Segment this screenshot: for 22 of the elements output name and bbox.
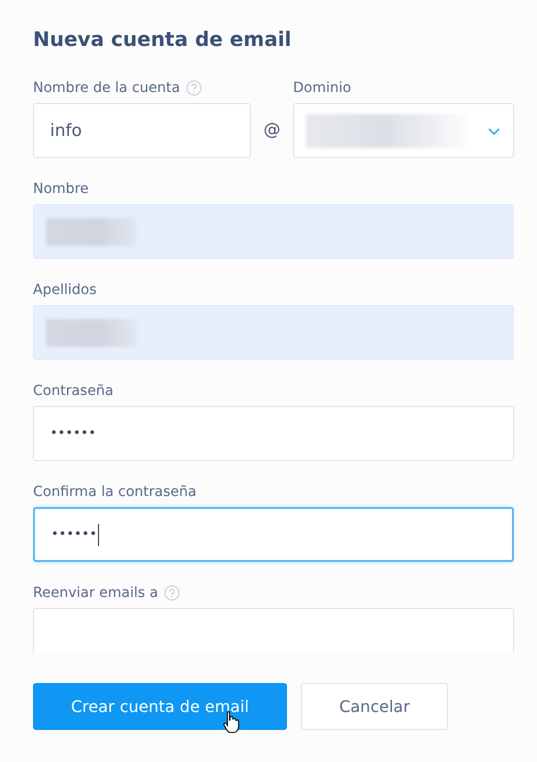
text-field[interactable] <box>33 608 514 653</box>
field-label: Reenviar emails a <box>33 585 158 601</box>
text-field[interactable]: •••••• <box>33 507 514 562</box>
help-icon[interactable] <box>186 80 202 96</box>
field-label: Apellidos <box>33 282 96 298</box>
text-field[interactable]: •••••• <box>33 406 514 461</box>
account-name-field[interactable]: info <box>33 103 251 158</box>
domain-dropdown[interactable] <box>293 103 514 158</box>
text-field[interactable] <box>33 204 514 259</box>
field-label: Nombre <box>33 181 89 197</box>
help-icon[interactable] <box>164 585 180 601</box>
text-field[interactable] <box>33 305 514 360</box>
field-label: Confirma la contraseña <box>33 484 196 500</box>
field-label: Nombre de la cuenta <box>33 80 180 96</box>
password-dots: •••••• <box>51 527 98 542</box>
text-caret <box>98 524 100 546</box>
field-label: Dominio <box>293 80 352 96</box>
field-label: Contraseña <box>33 383 114 399</box>
dialog-title: Nueva cuenta de email <box>33 26 292 53</box>
cancel-button[interactable]: Cancelar <box>301 683 448 730</box>
at-sign: @ <box>262 119 282 142</box>
password-dots: •••••• <box>50 426 96 441</box>
